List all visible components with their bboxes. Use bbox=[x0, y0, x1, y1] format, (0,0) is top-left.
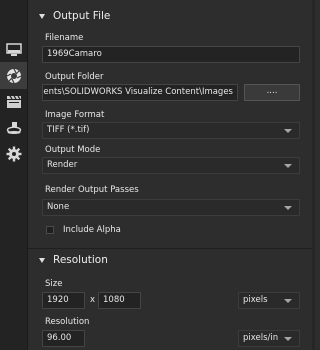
output-file-header[interactable]: Output File bbox=[28, 7, 315, 27]
browse-button[interactable]: .... bbox=[244, 84, 300, 101]
output-folder-label: Output Folder bbox=[45, 72, 104, 82]
output-mode-value: Render bbox=[47, 160, 78, 170]
include-alpha-label: Include Alpha bbox=[63, 225, 121, 235]
image-format-dropdown[interactable]: TIFF (*.tif) bbox=[42, 122, 300, 139]
film-clapper-icon[interactable] bbox=[0, 88, 27, 115]
render-output-passes-value: None bbox=[47, 202, 70, 212]
size-label: Size bbox=[45, 279, 63, 289]
gear-icon[interactable] bbox=[0, 140, 27, 167]
render-output-passes-label: Render Output Passes bbox=[45, 185, 139, 195]
resolution-unit-dropdown[interactable]: pixels/in bbox=[238, 330, 300, 347]
resolution-title: Resolution bbox=[53, 254, 108, 266]
chevron-down-icon bbox=[284, 337, 292, 341]
width-input[interactable]: 1920 bbox=[42, 292, 85, 309]
filename-label: Filename bbox=[45, 33, 84, 43]
image-format-label: Image Format bbox=[45, 110, 105, 120]
output-folder-input[interactable]: C:\Users\Documents\SOLIDWORKS Visualize … bbox=[42, 84, 238, 101]
monitor-icon[interactable] bbox=[0, 36, 27, 63]
resolution-unit-value: pixels/in bbox=[243, 333, 279, 343]
chevron-down-icon bbox=[284, 206, 292, 210]
chevron-down-icon bbox=[284, 164, 292, 168]
output-mode-dropdown[interactable]: Render bbox=[42, 157, 300, 174]
render-output-passes-dropdown[interactable]: None bbox=[42, 199, 300, 216]
camera-aperture-icon[interactable] bbox=[0, 62, 27, 89]
size-unit-dropdown[interactable]: pixels bbox=[238, 292, 300, 309]
filename-input[interactable]: 1969Camaro bbox=[42, 46, 300, 63]
resolution-input[interactable]: 96.00 bbox=[42, 330, 85, 347]
output-file-title: Output File bbox=[53, 10, 111, 22]
section-divider bbox=[28, 248, 315, 249]
output-mode-label: Output Mode bbox=[45, 145, 101, 155]
collapse-arrow-icon[interactable] bbox=[39, 14, 45, 19]
include-alpha-checkbox[interactable] bbox=[46, 226, 54, 234]
scrollbar[interactable] bbox=[312, 0, 315, 350]
resolution-label: Resolution bbox=[45, 317, 90, 327]
times-sign: x bbox=[90, 295, 96, 305]
height-input[interactable]: 1080 bbox=[98, 292, 141, 309]
chevron-down-icon bbox=[284, 129, 292, 133]
collapse-arrow-icon[interactable] bbox=[39, 258, 45, 263]
size-unit-value: pixels bbox=[243, 295, 268, 305]
resolution-header[interactable]: Resolution bbox=[28, 251, 315, 271]
properties-panel: Output File Filename 1969Camaro Output F… bbox=[28, 0, 315, 350]
image-format-value: TIFF (*.tif) bbox=[47, 125, 90, 135]
chevron-down-icon bbox=[284, 299, 292, 303]
left-toolbar bbox=[0, 0, 28, 350]
turntable-icon[interactable] bbox=[0, 114, 27, 141]
